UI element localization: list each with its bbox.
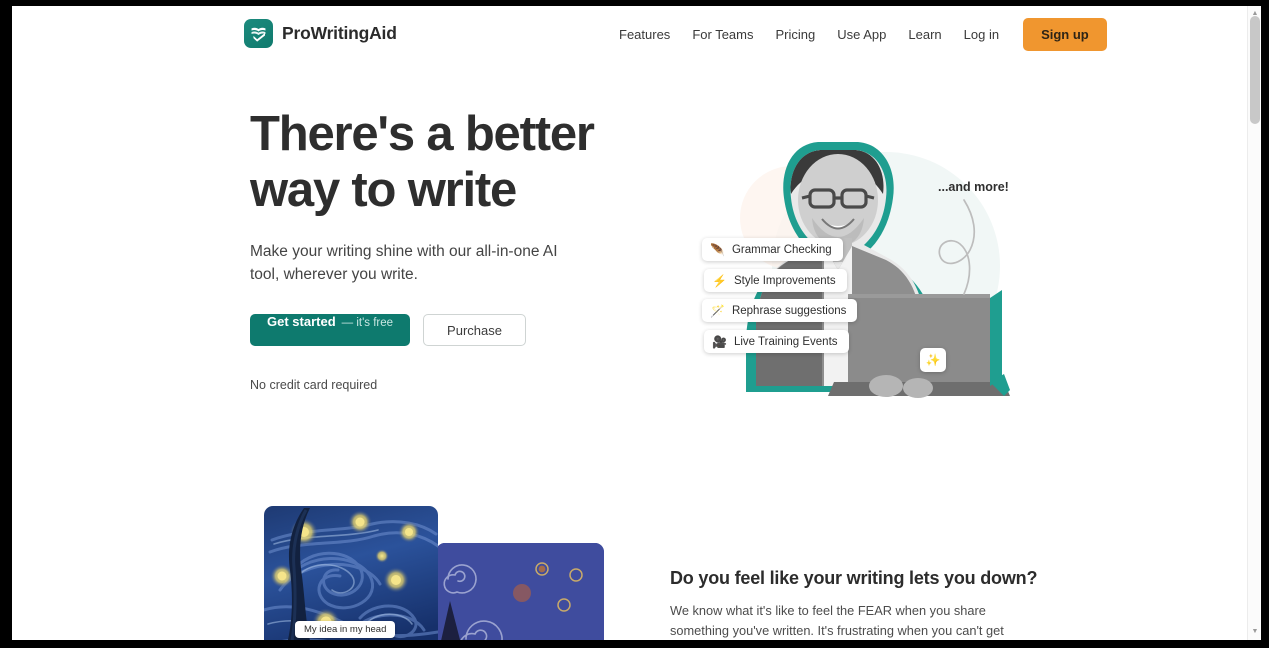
nav-link-use-app[interactable]: Use App bbox=[826, 19, 897, 50]
brand-logo[interactable]: ProWritingAid bbox=[244, 19, 397, 48]
scroll-down-arrow[interactable]: ▼ bbox=[1251, 628, 1259, 636]
lower-text-block: Do you feel like your writing lets you d… bbox=[670, 568, 1038, 640]
scrollbar-thumb[interactable] bbox=[1250, 16, 1260, 124]
idea-caption-label: My idea in my head bbox=[295, 621, 396, 638]
feature-chip-live-training-events: 🎥 Live Training Events bbox=[704, 330, 849, 353]
no-credit-card-note: No credit card required bbox=[250, 378, 378, 392]
feature-chip-label: Grammar Checking bbox=[731, 243, 832, 256]
get-started-sublabel: — it's free bbox=[341, 317, 394, 329]
nav-link-features[interactable]: Features bbox=[608, 19, 681, 50]
feature-chip-rephrase-suggestions: 🪄 Rephrase suggestions bbox=[702, 299, 858, 322]
sparkle-icon: ✨ bbox=[925, 353, 941, 367]
brand-name: ProWritingAid bbox=[282, 23, 397, 43]
feature-chip-label: Live Training Events bbox=[733, 335, 838, 348]
book-check-icon bbox=[244, 19, 273, 48]
hero-illustration: ✨ 🪶 Grammar Checking ⚡ Style Improvement… bbox=[672, 98, 1032, 398]
lower-section-body: We know what it's like to feel the FEAR … bbox=[670, 603, 1004, 638]
hero-subtitle: Make your writing shine with our all-in-… bbox=[250, 243, 558, 283]
video-camera-icon: 🎥 bbox=[712, 334, 727, 349]
starry-night-card bbox=[264, 506, 438, 640]
feather-icon: 🪶 bbox=[710, 242, 725, 257]
feature-chip-grammar-checking: 🪶 Grammar Checking bbox=[702, 238, 843, 261]
feature-chip-style-improvements: ⚡ Style Improvements bbox=[704, 269, 847, 292]
get-started-label: Get started bbox=[267, 314, 336, 329]
main-navigation: Features For Teams Pricing Use App Learn… bbox=[608, 18, 1107, 51]
hero-title: There's a better way to write bbox=[250, 107, 595, 217]
hero-text-block: There's a better way to write Make your … bbox=[250, 106, 650, 392]
starry-night-painting bbox=[264, 506, 438, 640]
page-viewport: ProWritingAid Features For Teams Pricing… bbox=[12, 6, 1261, 640]
nav-link-log-in[interactable]: Log in bbox=[953, 19, 1010, 50]
lower-section-heading: Do you feel like your writing lets you d… bbox=[670, 568, 1038, 588]
page-scrollbar[interactable]: ▲ ▼ bbox=[1247, 6, 1261, 640]
nav-link-learn[interactable]: Learn bbox=[897, 19, 952, 50]
starry-night-illustration: My idea in my head bbox=[250, 501, 610, 640]
sketch-version-graphic bbox=[436, 543, 604, 640]
sketch-version-card bbox=[436, 543, 604, 640]
feature-chip-label: Rephrase suggestions bbox=[731, 304, 847, 317]
purchase-button[interactable]: Purchase bbox=[423, 314, 526, 346]
get-started-button[interactable]: Get started — it's free bbox=[250, 314, 411, 346]
site-header: ProWritingAid Features For Teams Pricing… bbox=[12, 6, 1247, 62]
nav-link-pricing[interactable]: Pricing bbox=[764, 19, 826, 50]
magic-wand-icon: 🪄 bbox=[710, 303, 725, 318]
hero-cta-row: Get started — it's free Purchase bbox=[250, 314, 650, 346]
webpage-content: ProWritingAid Features For Teams Pricing… bbox=[12, 6, 1247, 640]
sparkle-badge: ✨ bbox=[920, 348, 946, 372]
and-more-label: ...and more! bbox=[938, 180, 1009, 194]
browser-frame: ProWritingAid Features For Teams Pricing… bbox=[0, 0, 1269, 648]
lightning-icon: ⚡ bbox=[712, 273, 727, 288]
sign-up-button[interactable]: Sign up bbox=[1023, 18, 1107, 51]
nav-link-for-teams[interactable]: For Teams bbox=[681, 19, 764, 50]
feature-chip-label: Style Improvements bbox=[733, 274, 836, 287]
